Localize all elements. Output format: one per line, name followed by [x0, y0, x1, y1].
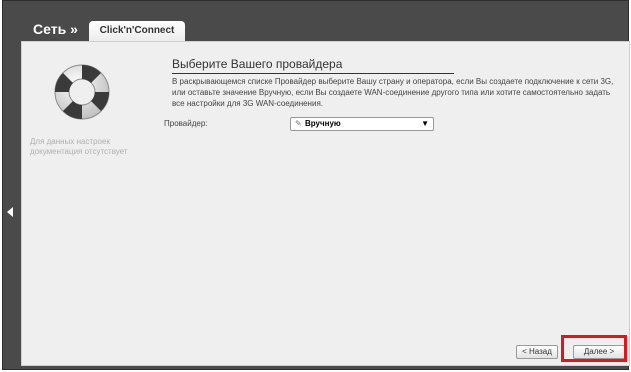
app-frame: Сеть » Click'n'Connect Для данных настро… [2, 0, 630, 370]
sidebar-note: Для данных настроек документация отсутст… [30, 137, 128, 156]
lifebuoy-icon [54, 64, 110, 120]
provider-select[interactable]: ✎ Вручную ▼ [290, 117, 434, 131]
content-panel: Для данных настроек документация отсутст… [21, 41, 630, 366]
tab-clickn-connect[interactable]: Click'n'Connect [89, 21, 185, 41]
page-description: В раскрывающемся списке Провайдер выбери… [172, 77, 614, 108]
provider-label: Провайдер: [164, 119, 208, 128]
provider-select-value: Вручную [305, 119, 341, 128]
breadcrumb-network[interactable]: Сеть » [33, 21, 78, 37]
dropdown-arrow-icon: ▼ [421, 119, 429, 128]
back-button[interactable]: < Назад [516, 345, 558, 359]
next-button-highlight [561, 335, 627, 362]
left-arrow-icon[interactable] [7, 207, 13, 217]
page-title: Выберите Вашего провайдера [172, 57, 454, 74]
pencil-icon: ✎ [295, 119, 302, 128]
